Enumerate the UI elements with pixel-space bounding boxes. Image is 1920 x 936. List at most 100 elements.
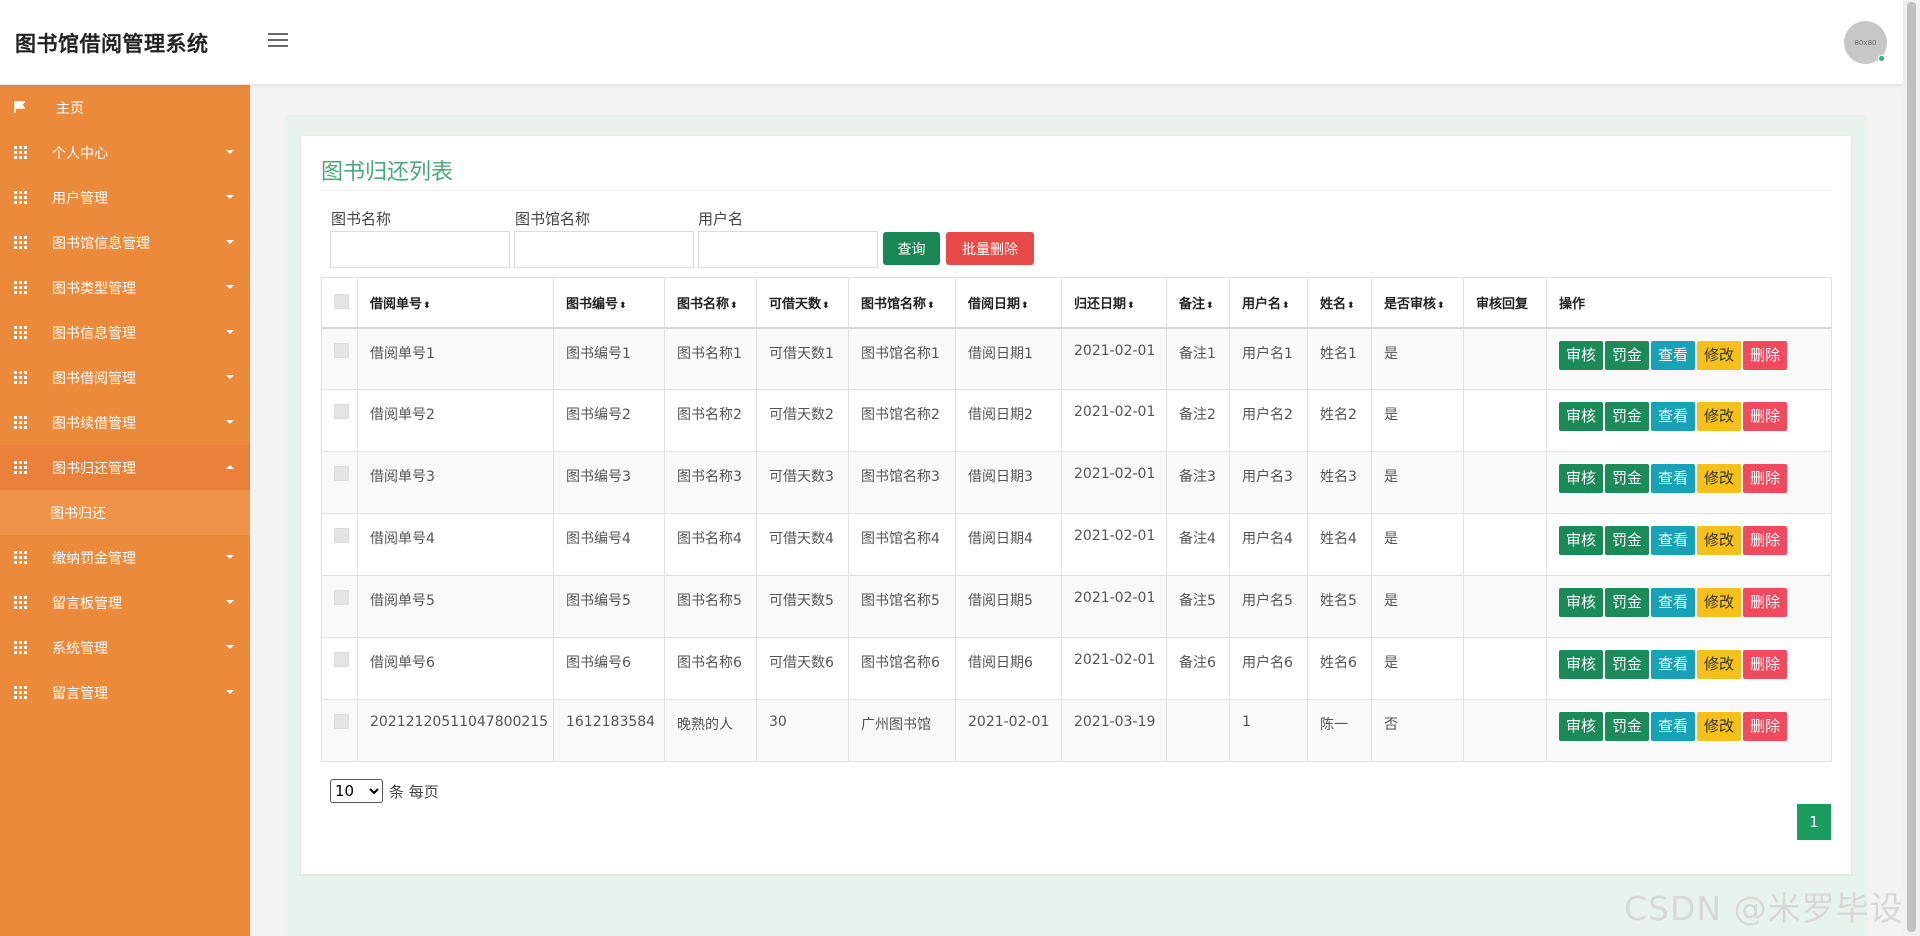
sidebar-item-6[interactable]: 图书借阅管理 <box>0 355 250 400</box>
delete-button[interactable]: 删除 <box>1743 340 1788 370</box>
view-button[interactable]: 查看 <box>1651 526 1696 555</box>
delete-button[interactable]: 删除 <box>1743 464 1788 493</box>
sidebar-item-1[interactable]: 个人中心 <box>0 130 250 175</box>
view-button[interactable]: 查看 <box>1651 402 1696 431</box>
column-header-10[interactable]: 是否审核⬍ <box>1371 277 1464 329</box>
sidebar-item-12[interactable]: 留言管理 <box>0 670 250 715</box>
table-cell: 2021-02-01 <box>1061 451 1167 514</box>
grid-icon <box>14 686 27 699</box>
sidebar-item-0[interactable]: 主页 <box>0 85 250 130</box>
row-checkbox[interactable] <box>334 342 349 358</box>
sidebar-item-4[interactable]: 图书类型管理 <box>0 265 250 310</box>
table-cell: 用户名3 <box>1229 451 1308 514</box>
sidebar-item-10[interactable]: 留言板管理 <box>0 580 250 625</box>
table-cell: 图书名称1 <box>664 327 757 390</box>
table-cell: 用户名6 <box>1229 637 1308 700</box>
grid-icon <box>14 236 27 249</box>
book-name-input[interactable] <box>330 231 510 268</box>
view-button[interactable]: 查看 <box>1651 650 1696 679</box>
column-header-8[interactable]: 用户名⬍ <box>1229 277 1308 329</box>
batch-delete-button[interactable]: 批量删除 <box>946 232 1034 265</box>
edit-button[interactable]: 修改 <box>1697 464 1742 493</box>
view-button[interactable]: 查看 <box>1651 464 1696 493</box>
sidebar-item-2[interactable]: 用户管理 <box>0 175 250 220</box>
fine-button[interactable]: 罚金 <box>1605 588 1650 617</box>
audit-button[interactable]: 审核 <box>1559 526 1604 555</box>
column-header-0[interactable]: 借阅单号⬍ <box>357 277 554 329</box>
scrollbar-thumb[interactable] <box>1907 2 1916 932</box>
page-size-select[interactable]: 102050 <box>330 779 383 803</box>
column-header-4[interactable]: 图书馆名称⬍ <box>848 277 956 329</box>
row-checkbox[interactable] <box>334 590 349 605</box>
query-button[interactable]: 查询 <box>883 232 940 265</box>
sidebar-item-label: 用户管理 <box>52 190 108 207</box>
edit-button[interactable]: 修改 <box>1697 402 1742 431</box>
column-header-label: 图书编号 <box>566 296 619 312</box>
row-checkbox[interactable] <box>334 528 349 543</box>
page-button-current[interactable]: 1 <box>1797 804 1831 840</box>
edit-button[interactable]: 修改 <box>1697 712 1742 741</box>
delete-button[interactable]: 删除 <box>1743 712 1788 741</box>
delete-button[interactable]: 删除 <box>1743 650 1788 679</box>
table-cell: 备注2 <box>1166 389 1230 452</box>
row-checkbox[interactable] <box>334 714 349 729</box>
column-header-5[interactable]: 借阅日期⬍ <box>955 277 1062 329</box>
delete-button[interactable]: 删除 <box>1743 588 1788 617</box>
username-input[interactable] <box>698 231 878 268</box>
sidebar-subitem-book-return[interactable]: 图书归还 <box>0 490 250 535</box>
edit-button[interactable]: 修改 <box>1697 588 1742 617</box>
library-name-input[interactable] <box>514 231 694 268</box>
edit-button[interactable]: 修改 <box>1697 650 1742 679</box>
table-cell: 借阅日期5 <box>955 575 1062 638</box>
fine-button[interactable]: 罚金 <box>1605 340 1650 370</box>
table-cell: 备注1 <box>1166 327 1230 390</box>
column-header-6[interactable]: 归还日期⬍ <box>1061 277 1167 329</box>
sidebar-item-11[interactable]: 系统管理 <box>0 625 250 670</box>
table-cell: 借阅单号2 <box>357 389 554 452</box>
column-header-3[interactable]: 可借天数⬍ <box>756 277 849 329</box>
sidebar-item-8[interactable]: 图书归还管理 <box>0 445 250 490</box>
sidebar-item-label: 个人中心 <box>52 145 108 162</box>
menu-toggle-icon[interactable] <box>268 33 288 49</box>
fine-button[interactable]: 罚金 <box>1605 650 1650 679</box>
column-header-9[interactable]: 姓名⬍ <box>1307 277 1372 329</box>
table-cell: 姓名1 <box>1307 327 1372 390</box>
audit-button[interactable]: 审核 <box>1559 650 1604 679</box>
fine-button[interactable]: 罚金 <box>1605 464 1650 493</box>
scrollbar[interactable] <box>1903 0 1920 936</box>
sidebar-item-5[interactable]: 图书信息管理 <box>0 310 250 355</box>
fine-button[interactable]: 罚金 <box>1605 526 1650 555</box>
table-cell: 姓名5 <box>1307 575 1372 638</box>
row-checkbox[interactable] <box>334 652 349 667</box>
avatar[interactable]: 80x80 <box>1844 21 1887 64</box>
view-button[interactable]: 查看 <box>1651 588 1696 617</box>
view-button[interactable]: 查看 <box>1651 340 1696 370</box>
edit-button[interactable]: 修改 <box>1697 526 1742 555</box>
sidebar-item-3[interactable]: 图书馆信息管理 <box>0 220 250 265</box>
delete-button[interactable]: 删除 <box>1743 526 1788 555</box>
table-cell: 广州图书馆 <box>848 699 956 762</box>
view-button[interactable]: 查看 <box>1651 712 1696 741</box>
audit-button[interactable]: 审核 <box>1559 340 1604 370</box>
row-checkbox[interactable] <box>334 404 349 419</box>
table-cell: 可借天数4 <box>756 513 849 576</box>
delete-button[interactable]: 删除 <box>1743 402 1788 431</box>
edit-button[interactable]: 修改 <box>1697 340 1742 370</box>
select-all-checkbox[interactable] <box>334 293 349 309</box>
sidebar-item-9[interactable]: 缴纳罚金管理 <box>0 535 250 580</box>
sidebar-item-7[interactable]: 图书续借管理 <box>0 400 250 445</box>
fine-button[interactable]: 罚金 <box>1605 712 1650 741</box>
audit-button[interactable]: 审核 <box>1559 712 1604 741</box>
watermark-text: CSDN @米罗毕设 <box>1624 889 1904 928</box>
fine-button[interactable]: 罚金 <box>1605 402 1650 431</box>
audit-button[interactable]: 审核 <box>1559 464 1604 493</box>
audit-button[interactable]: 审核 <box>1559 402 1604 431</box>
page-title: 图书归还列表 <box>321 160 454 185</box>
column-header-2[interactable]: 图书名称⬍ <box>664 277 757 329</box>
column-header-1[interactable]: 图书编号⬍ <box>553 277 665 329</box>
row-checkbox[interactable] <box>334 466 349 481</box>
audit-button[interactable]: 审核 <box>1559 588 1604 617</box>
chevron-down-icon <box>226 150 234 154</box>
table-cell: 是 <box>1371 575 1464 638</box>
column-header-7[interactable]: 备注⬍ <box>1166 277 1230 329</box>
